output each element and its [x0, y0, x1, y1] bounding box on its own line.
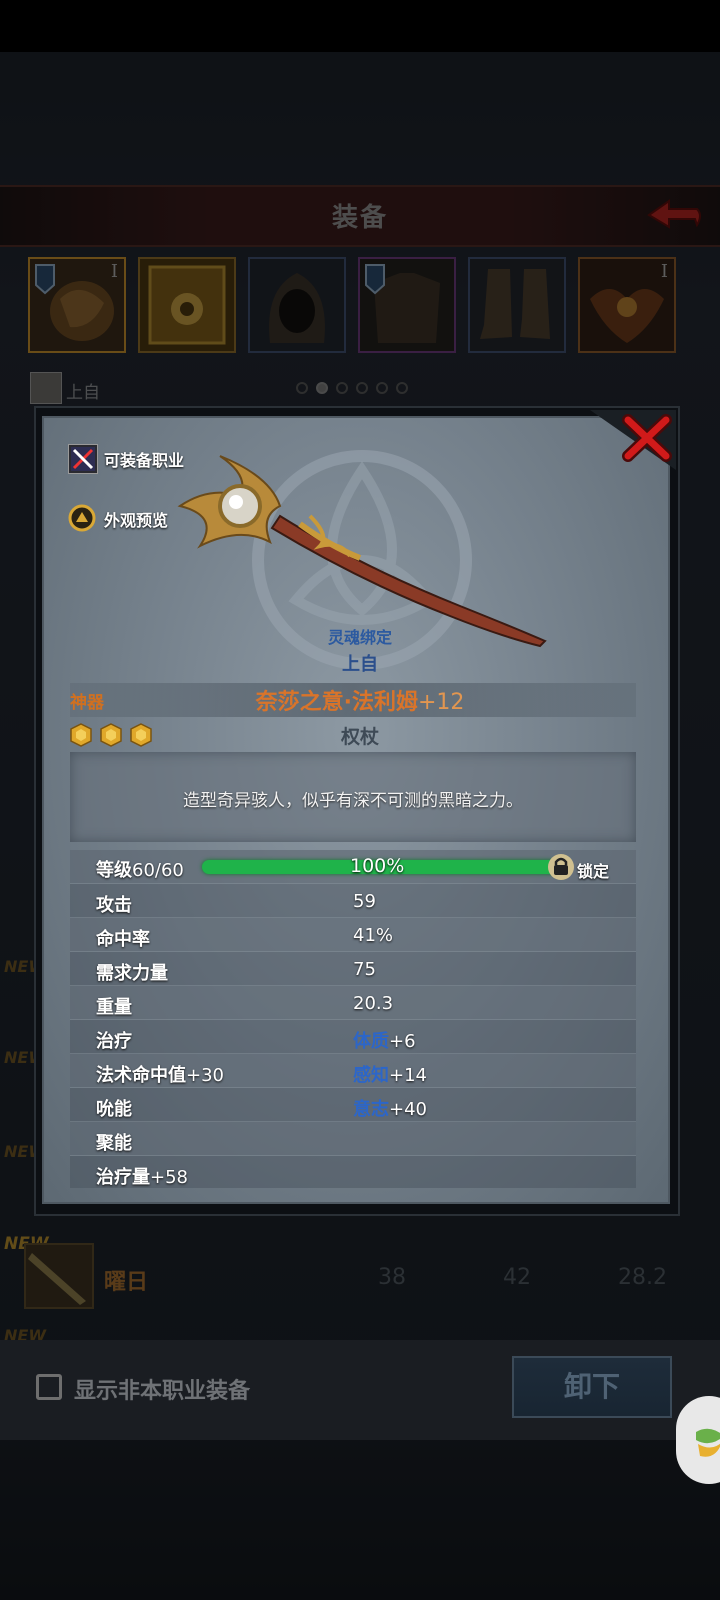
item-description: 造型奇异骇人，似乎有深不可测的黑暗之力。 — [183, 791, 523, 811]
item-name-text: 奈莎之意·法利姆 — [255, 690, 418, 715]
gem-icon — [130, 723, 152, 747]
stat-value-required-strength: 75 — [353, 959, 376, 980]
stat-label-healing-amount: 治疗量+58 — [96, 1167, 188, 1188]
gem-icon — [100, 723, 122, 747]
level-percent: 100% — [350, 855, 405, 877]
lock-label[interactable]: 锁定 — [577, 858, 609, 882]
stat-value-perception: 感知+14 — [353, 1065, 427, 1086]
level-label: 等级60/60 — [96, 860, 184, 881]
stat-value-constitution: 体质+6 — [353, 1031, 416, 1052]
stat-value-attack: 59 — [353, 891, 376, 912]
show-other-class-checkbox[interactable] — [36, 1374, 62, 1400]
checkbox-label: 显示非本职业装备 — [74, 1379, 251, 1404]
appearance-preview-label: 外观预览 — [104, 511, 169, 530]
close-icon — [622, 414, 672, 462]
bound-owner-name: 上自 — [342, 654, 378, 675]
stat-value-willpower: 意志+40 — [353, 1099, 427, 1120]
floating-assistant-button[interactable] — [676, 1396, 720, 1484]
stat-label-required-strength: 需求力量 — [96, 963, 168, 984]
appearance-preview-button[interactable]: 外观预览 — [68, 502, 168, 536]
stat-label-drain: 吮能 — [96, 1099, 132, 1120]
status-bar — [0, 0, 720, 52]
preview-icon — [68, 504, 98, 534]
stat-label-focus: 聚能 — [96, 1133, 132, 1154]
class-icon — [68, 444, 98, 474]
stat-value-weight: 20.3 — [353, 993, 394, 1014]
stat-label-attack: 攻击 — [96, 895, 132, 916]
gem-icon — [70, 723, 92, 747]
close-button[interactable] — [620, 412, 674, 464]
stat-value-accuracy: 41% — [353, 925, 394, 946]
stat-row — [70, 1122, 636, 1156]
level-value: 60/60 — [132, 860, 184, 881]
item-name: 奈莎之意·法利姆+12 — [0, 684, 720, 716]
soulbound-label: 灵魂绑定 — [327, 628, 392, 647]
stat-label-healing: 治疗 — [96, 1031, 132, 1052]
stat-label-accuracy: 命中率 — [96, 929, 150, 950]
stat-label-weight: 重量 — [96, 997, 132, 1018]
enhance-level: +12 — [417, 690, 465, 715]
assistant-icon — [696, 1428, 720, 1457]
stat-label-spell-hit: 法术命中值+30 — [96, 1065, 224, 1086]
lock-icon[interactable] — [548, 853, 574, 881]
unequip-button[interactable]: 卸下 — [512, 1356, 672, 1418]
